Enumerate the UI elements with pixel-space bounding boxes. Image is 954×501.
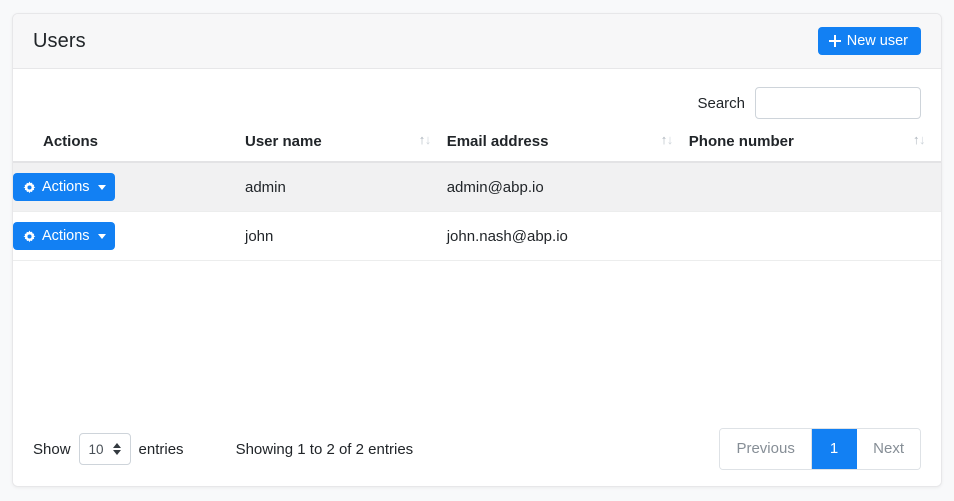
table-cell-phone	[688, 211, 941, 261]
page-length-select[interactable]: 10	[78, 433, 131, 465]
plus-icon	[828, 35, 841, 47]
row-actions-button[interactable]: Actions	[13, 172, 115, 202]
show-label: Show	[33, 440, 71, 458]
page-length-value: 10	[88, 441, 104, 457]
table-cell-phone	[688, 162, 941, 212]
table-row: Actions john john.nash@abp.io	[13, 211, 941, 261]
entries-label: entries	[138, 440, 184, 458]
search-input[interactable]	[755, 87, 921, 119]
users-table-wrapper: Actions User name ↑ ↓ Email address ↑ ↓ …	[13, 132, 941, 261]
pagination-previous[interactable]: Previous	[720, 429, 812, 469]
row-actions-button[interactable]: Actions	[13, 221, 115, 251]
table-cell-email: john.nash@abp.io	[446, 211, 689, 261]
new-user-label: New user	[846, 32, 908, 49]
search-row: Search	[13, 69, 941, 119]
stepper-arrows-icon[interactable]	[112, 442, 122, 456]
table-head: Actions User name ↑ ↓ Email address ↑ ↓ …	[13, 132, 941, 163]
column-header-username-label: User name	[244, 133, 322, 150]
gear-icon	[23, 180, 36, 194]
table-cell-actions: Actions	[13, 211, 245, 261]
table-cell-username: admin	[244, 162, 447, 212]
table-cell-actions: Actions	[13, 162, 245, 212]
sort-updown-icon[interactable]: ↑ ↓	[419, 132, 433, 149]
table-header-row: Actions User name ↑ ↓ Email address ↑ ↓ …	[13, 132, 941, 163]
chevron-down-icon	[97, 184, 106, 190]
table-cell-email: admin@abp.io	[446, 162, 689, 212]
page-length-group: Show 10 entries	[33, 433, 184, 465]
column-header-email-label: Email address	[446, 133, 549, 150]
sort-updown-icon[interactable]: ↑ ↓	[661, 132, 675, 149]
search-label: Search	[697, 94, 745, 112]
column-header-username[interactable]: User name ↑ ↓	[244, 132, 447, 163]
gear-icon	[23, 229, 36, 243]
page-title: Users	[33, 29, 86, 52]
column-header-phone-label: Phone number	[688, 133, 794, 150]
users-table: Actions User name ↑ ↓ Email address ↑ ↓ …	[13, 132, 941, 261]
table-cell-username: john	[244, 211, 447, 261]
table-footer: Show 10 entries Showing 1 to 2 of 2 entr…	[13, 411, 941, 486]
table-row: Actions admin admin@abp.io	[13, 162, 941, 212]
column-header-actions-label: Actions	[43, 133, 99, 150]
showing-info: Showing 1 to 2 of 2 entries	[235, 440, 414, 458]
chevron-down-icon	[97, 233, 106, 239]
users-card: Users New user Search Actions User name …	[12, 13, 942, 487]
card-body: Search Actions User name ↑ ↓ Email addre…	[13, 69, 941, 486]
table-body: Actions admin admin@abp.io Actions john …	[13, 162, 941, 261]
column-header-phone[interactable]: Phone number ↑ ↓	[688, 132, 941, 163]
pagination-next[interactable]: Next	[857, 429, 920, 469]
new-user-button[interactable]: New user	[817, 26, 921, 56]
column-header-actions: Actions	[13, 133, 245, 163]
row-actions-label: Actions	[42, 227, 90, 244]
row-actions-label: Actions	[42, 178, 90, 195]
pagination-page-1[interactable]: 1	[811, 429, 858, 469]
pagination: Previous 1 Next	[719, 428, 921, 470]
sort-updown-icon[interactable]: ↑ ↓	[913, 132, 927, 149]
column-header-email[interactable]: Email address ↑ ↓	[446, 132, 689, 163]
card-header: Users New user	[13, 14, 941, 69]
